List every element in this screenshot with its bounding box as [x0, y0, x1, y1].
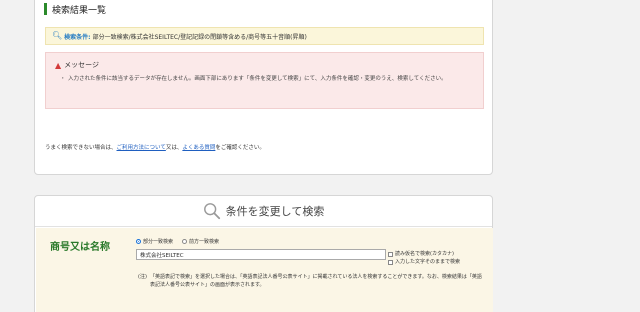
- note-text: 「英語表記で検索」を選択した場合は、「英語表記法人番号公表サイト」に掲載されてい…: [150, 274, 482, 288]
- search-icon: [203, 203, 220, 220]
- message-header: ▲ メッセージ: [55, 60, 99, 70]
- help-suffix: をご確認ください。: [215, 145, 265, 151]
- search-results-card: 検索結果一覧 🔍︎ 検索条件: 部分一致検索/株式会社SEILTEC/登記記録の…: [34, 0, 493, 175]
- search-form: 商号又は名称 部分一致検索 前方一致検索 読み仮名で検索(カタカナ) 入力した文…: [36, 228, 493, 312]
- warning-icon: ▲: [55, 60, 62, 70]
- exact-text-label: 入力した文字そのままで検索: [395, 259, 461, 265]
- modify-search-heading: 条件を変更して検索: [225, 205, 325, 218]
- page-title: 検索結果一覧: [52, 5, 107, 16]
- faq-link[interactable]: よくある質問: [182, 145, 215, 151]
- search-icon: 🔍︎: [52, 31, 63, 40]
- title-accent-bar: [44, 3, 47, 15]
- company-name-input[interactable]: [136, 249, 386, 260]
- help-prefix: うまく検索できない場合は、: [45, 145, 117, 151]
- condition-text: 部分一致検索/株式会社SEILTEC/登記記録の閉鎖等含める/商号等五十音順(昇…: [92, 33, 307, 41]
- help-line: うまく検索できない場合は、ご利用方法について又は、よくある質問をご確認ください。: [45, 143, 485, 151]
- prefix-match-radio[interactable]: 前方一致検索: [182, 238, 219, 245]
- message-box: ▲ メッセージ 入力された条件に該当するデータが存在しません。画面下部にあります…: [45, 52, 484, 109]
- modify-search-header[interactable]: 条件を変更して検索: [35, 196, 492, 227]
- modify-search-card: 条件を変更して検索 商号又は名称 部分一致検索 前方一致検索 読み仮名で検索(カ…: [34, 195, 493, 312]
- condition-label: 検索条件:: [64, 33, 91, 41]
- company-name-label: 商号又は名称: [50, 242, 110, 253]
- kana-search-label: 読み仮名で検索(カタカナ): [395, 251, 454, 257]
- radio-checked-icon: [136, 239, 141, 244]
- message-body: 入力された条件に該当するデータが存在しません。画面下部にあります「条件を変更して…: [60, 75, 473, 84]
- radio-unchecked-icon: [182, 239, 188, 244]
- usage-guide-link[interactable]: ご利用方法について: [117, 145, 166, 151]
- search-condition-box: 🔍︎ 検索条件: 部分一致検索/株式会社SEILTEC/登記記録の閉鎖等含める/…: [45, 27, 484, 45]
- kana-search-checkbox[interactable]: 読み仮名で検索(カタカナ): [388, 250, 460, 258]
- partial-match-radio[interactable]: 部分一致検索: [136, 238, 173, 245]
- prefix-match-label: 前方一致検索: [189, 239, 220, 245]
- english-search-note: (注) 「英語表記で検索」を選択した場合は、「英語表記法人番号公表サイト」に掲載…: [138, 273, 483, 289]
- exact-text-checkbox[interactable]: 入力した文字そのままで検索: [388, 258, 460, 266]
- note-mark: (注): [138, 274, 147, 280]
- checkbox-icon: [388, 251, 393, 257]
- search-options: 読み仮名で検索(カタカナ) 入力した文字そのままで検索: [388, 250, 460, 266]
- partial-match-label: 部分一致検索: [143, 239, 174, 245]
- match-type-radio-group: 部分一致検索 前方一致検索: [136, 238, 228, 245]
- message-title: メッセージ: [64, 61, 100, 69]
- help-mid: 又は、: [165, 145, 183, 151]
- results-title-row: 検索結果一覧: [44, 3, 107, 16]
- checkbox-icon: [388, 259, 393, 265]
